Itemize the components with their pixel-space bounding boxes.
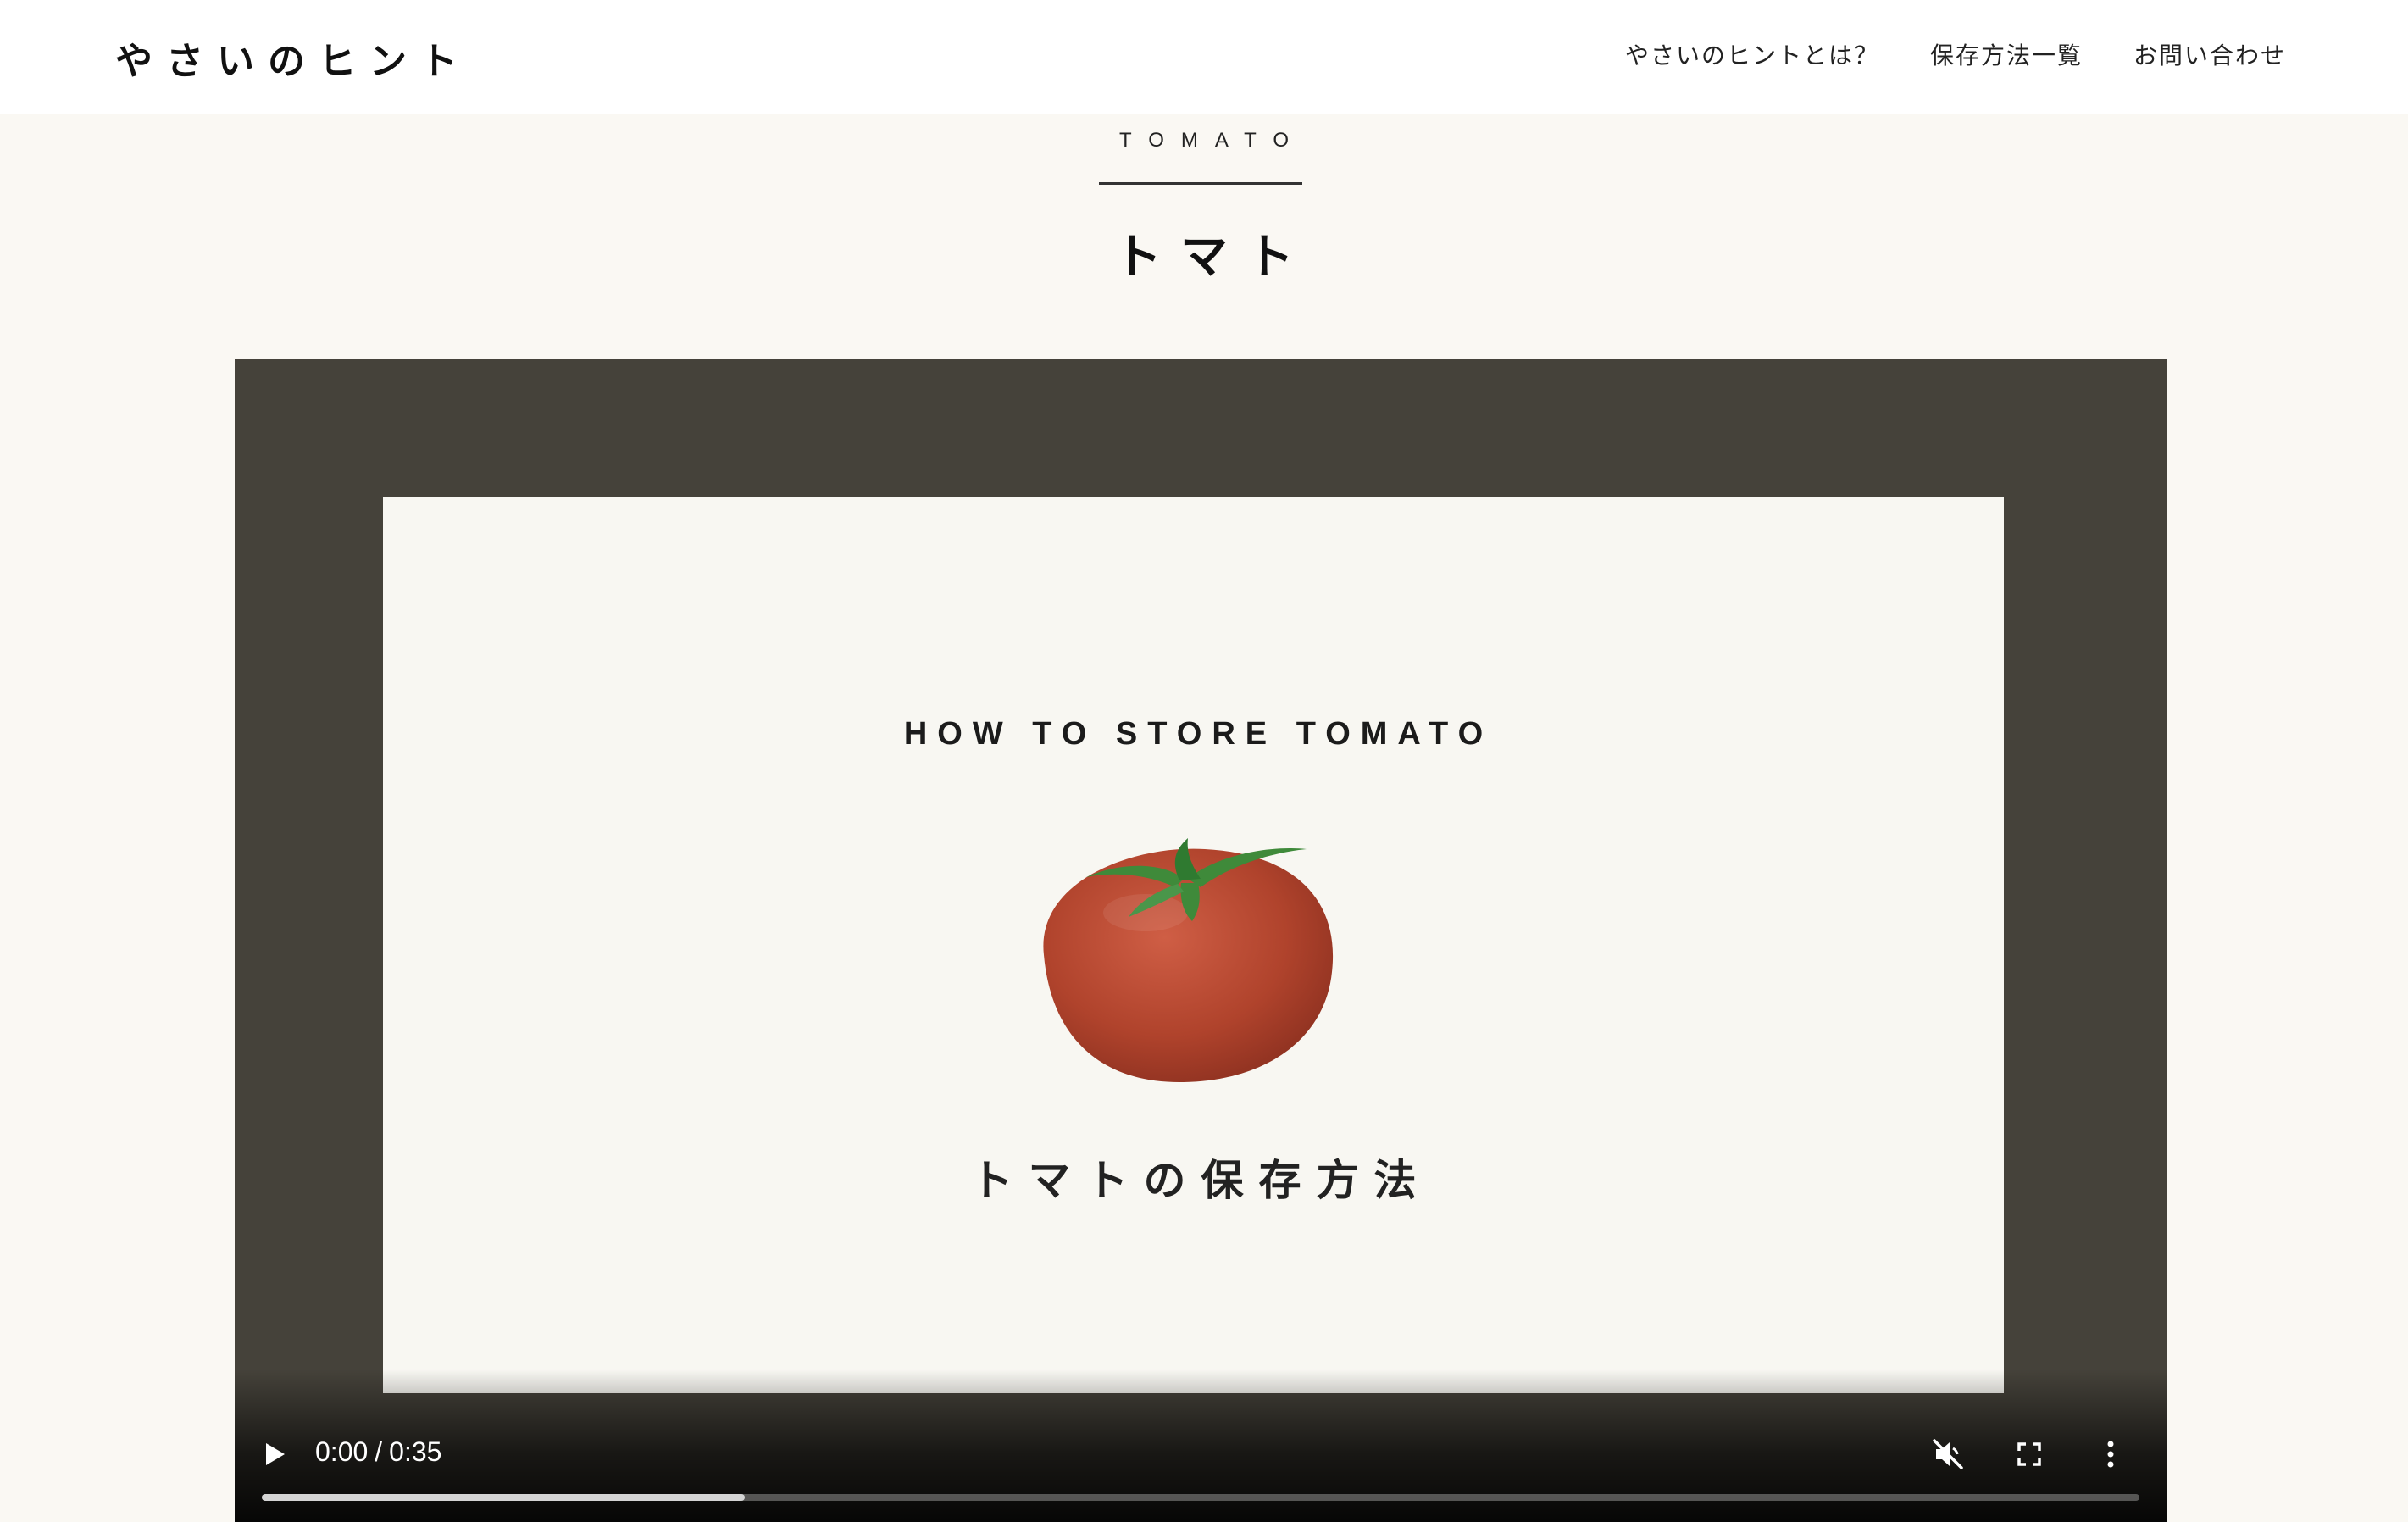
time-separator: / (375, 1436, 383, 1467)
eyebrow-divider (1099, 182, 1302, 185)
fullscreen-icon (2017, 1442, 2041, 1466)
tomato-illustration (1043, 838, 1334, 1082)
play-icon (266, 1443, 285, 1465)
video-frame: HOW TO STORE TOMATO トマトの保存方法 (383, 497, 2004, 1393)
play-button[interactable] (250, 1429, 301, 1480)
site-header: やさいのヒント やさいのヒントとは？ 保存方法一覧 お問い合わせ (0, 0, 2408, 114)
section-eyebrow: TOMATO (1118, 129, 1306, 152)
mute-button[interactable] (1923, 1429, 1973, 1480)
video-frame-heading: HOW TO STORE TOMATO (903, 716, 1494, 752)
page-title: トマト (1114, 230, 1312, 285)
current-time: 0:00 (315, 1436, 369, 1467)
nav-link-storage-list[interactable]: 保存方法一覧 (1930, 37, 2083, 71)
nav-link-contact[interactable]: お問い合わせ (2133, 37, 2286, 71)
nav-link-about[interactable]: やさいのヒントとは？ (1625, 37, 1879, 71)
duration: 0:35 (389, 1436, 442, 1467)
video-frame-caption: トマトの保存方法 (970, 1156, 1432, 1205)
volume-muted-icon (1933, 1439, 1963, 1469)
video-progress-buffered (262, 1494, 745, 1501)
video-progress-bar[interactable] (262, 1494, 2139, 1501)
site-logo[interactable]: やさいのヒント (115, 31, 471, 85)
more-options-button[interactable] (2085, 1429, 2136, 1480)
fullscreen-button[interactable] (2004, 1429, 2055, 1480)
main-nav: やさいのヒントとは？ 保存方法一覧 お問い合わせ (1625, 37, 2286, 71)
more-vertical-icon (2107, 1441, 2114, 1468)
video-time-display: 0:00/0:35 (315, 1436, 441, 1468)
video-player[interactable]: HOW TO STORE TOMATO トマトの保存方法 0:00 / 0:35 (235, 359, 2167, 1522)
